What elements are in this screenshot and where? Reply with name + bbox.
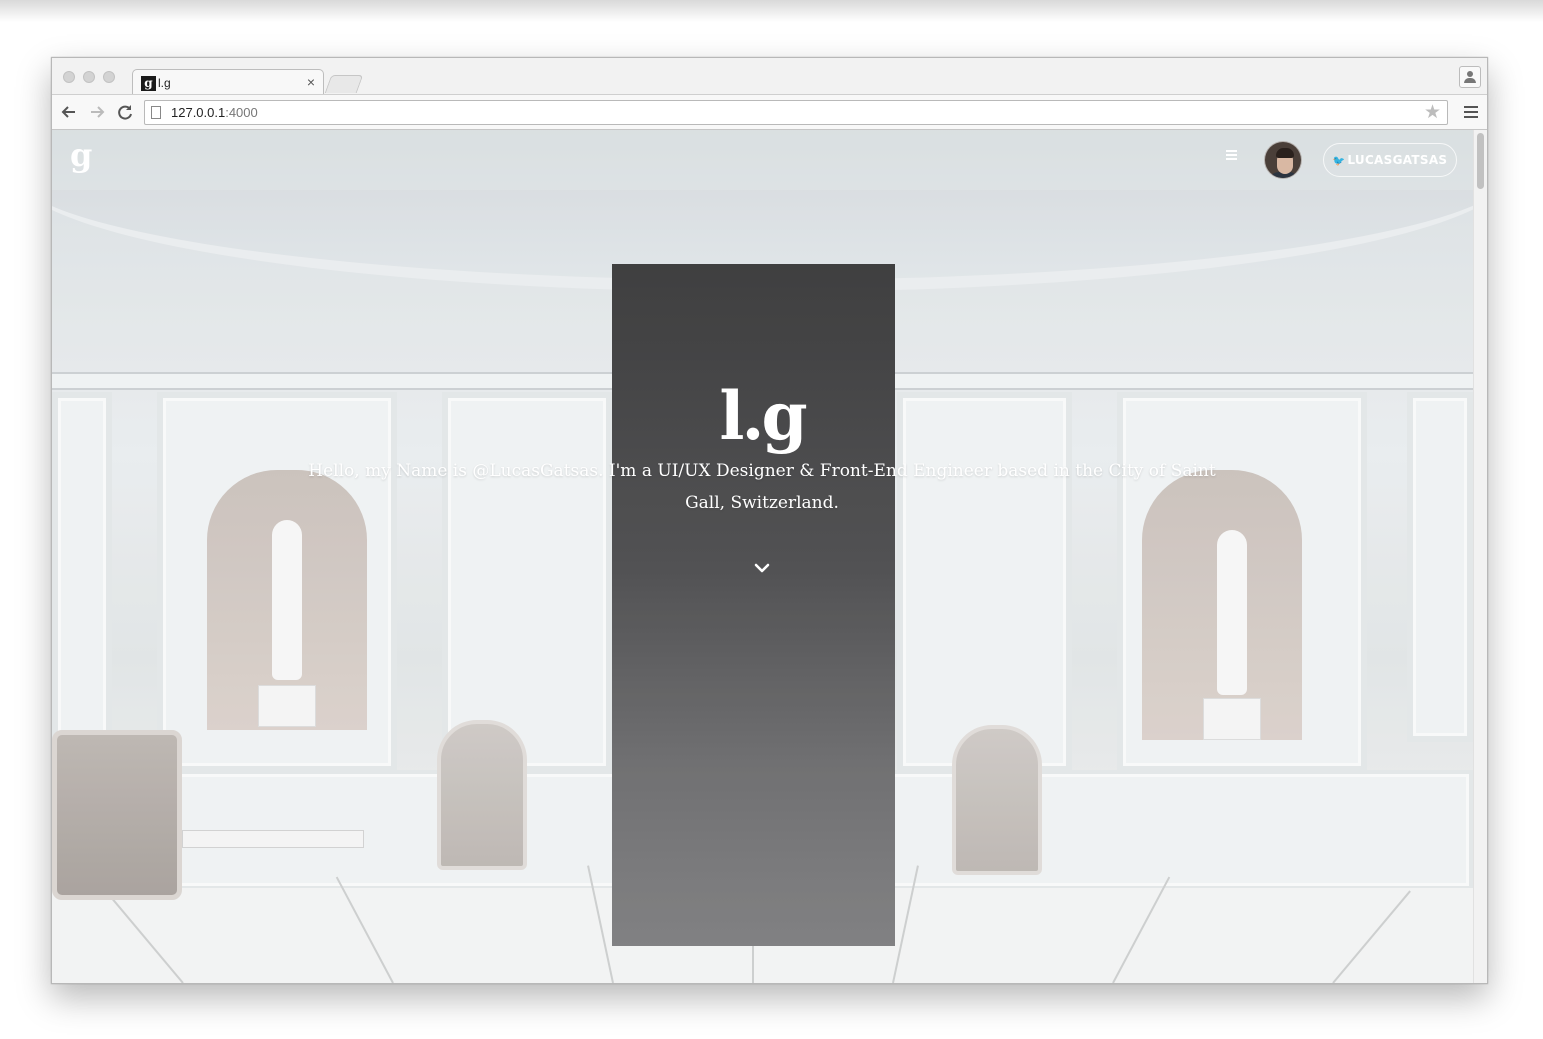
browser-toolbar: 127.0.0.1:4000 ★ — [52, 94, 1487, 130]
scrollbar-thumb[interactable] — [1477, 133, 1484, 189]
close-window-button[interactable] — [63, 71, 75, 83]
twitter-bird-icon: 🐦 — [1332, 156, 1346, 167]
hero-background-image — [52, 130, 1473, 983]
chevron-down-icon[interactable] — [752, 558, 772, 578]
new-tab-button[interactable] — [324, 75, 364, 93]
tab-active[interactable]: g l.g × — [132, 69, 324, 95]
page-viewport: g 🐦 LUCASGATSAS l.g Hello, my Name is @Lu… — [52, 130, 1487, 983]
minimize-window-button[interactable] — [83, 71, 95, 83]
profile-icon[interactable] — [1459, 66, 1481, 88]
reload-icon[interactable] — [114, 101, 136, 123]
avatar[interactable] — [1264, 141, 1302, 179]
url-text: 127.0.0.1:4000 — [171, 105, 258, 120]
site-header: g 🐦 LUCASGATSAS — [52, 130, 1473, 190]
twitter-follow-button[interactable]: 🐦 LUCASGATSAS — [1323, 143, 1457, 177]
site-logo[interactable]: g — [70, 136, 92, 174]
hamburger-menu-icon[interactable] — [1226, 150, 1238, 162]
twitter-label: LUCASGATSAS — [1347, 153, 1448, 167]
desktop-shadow — [0, 0, 1543, 22]
hero-logo: l.g — [719, 377, 807, 455]
menu-icon[interactable] — [1463, 101, 1479, 123]
zoom-window-button[interactable] — [103, 71, 115, 83]
browser-window: g l.g × 127.0.0.1:4000 ★ g 🐦 LUCASGATSAS… — [51, 57, 1488, 984]
bookmark-star-icon[interactable]: ★ — [1424, 102, 1441, 124]
tab-close-icon[interactable]: × — [307, 74, 315, 90]
address-bar[interactable]: 127.0.0.1:4000 ★ — [144, 100, 1448, 125]
tab-strip: g l.g × — [52, 58, 1487, 95]
page-scrollbar[interactable] — [1473, 130, 1487, 983]
forward-arrow-icon[interactable] — [86, 101, 108, 123]
hero-intro-text: Hello, my Name is @LucasGatsas. I'm a UI… — [308, 461, 1216, 513]
favicon-icon: g — [141, 76, 156, 91]
tab-title: l.g — [158, 76, 171, 90]
page-icon — [151, 106, 161, 119]
back-arrow-icon[interactable] — [58, 101, 80, 123]
